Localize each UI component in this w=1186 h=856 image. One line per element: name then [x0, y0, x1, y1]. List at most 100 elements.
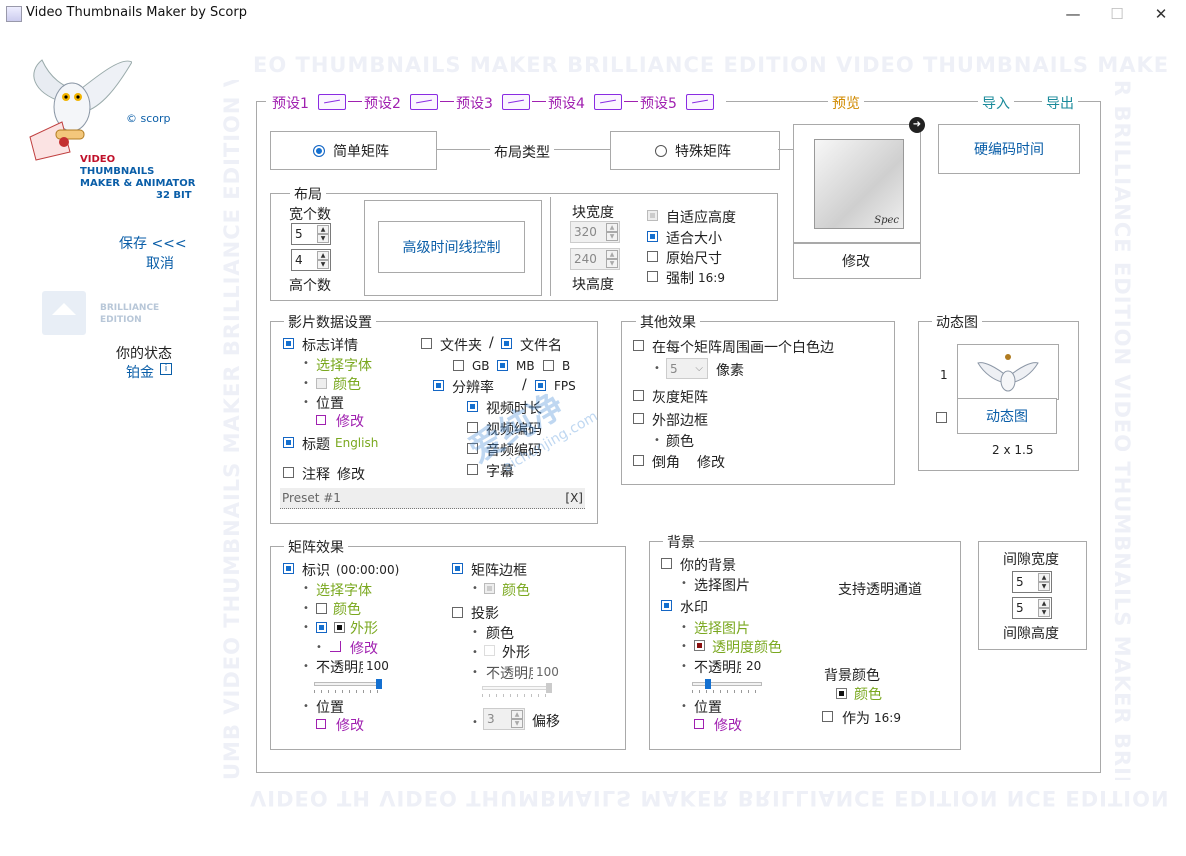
- block-width-input[interactable]: 320 ▲ ▼: [570, 221, 620, 243]
- maximize-button[interactable]: ☐: [1094, 0, 1140, 28]
- shadow-shape-swatch[interactable]: [484, 645, 495, 656]
- export-button[interactable]: 导出: [1042, 93, 1078, 113]
- logo-position-modify-link[interactable]: 修改: [336, 411, 364, 431]
- minimize-button[interactable]: —: [1050, 0, 1096, 28]
- preview-modify-button[interactable]: 修改: [793, 242, 921, 279]
- title-checkbox[interactable]: [283, 437, 294, 448]
- wm-color-swatch[interactable]: [694, 640, 705, 651]
- preset-4-edit-icon[interactable]: [594, 94, 622, 110]
- simple-matrix-option[interactable]: 简单矩阵: [270, 131, 437, 170]
- mark-checkbox[interactable]: [283, 563, 294, 574]
- grayscale-checkbox[interactable]: [633, 390, 644, 401]
- title-language-link[interactable]: English: [335, 436, 378, 450]
- special-matrix-radio[interactable]: [655, 145, 667, 157]
- white-border-checkbox[interactable]: [633, 340, 644, 351]
- mark-color-link[interactable]: 颜色: [333, 599, 361, 619]
- tab-preset-1[interactable]: 预设1: [272, 93, 309, 113]
- import-button[interactable]: 导入: [978, 93, 1014, 113]
- b-checkbox[interactable]: [543, 360, 554, 371]
- shadow-offset-input[interactable]: 3 ▲ ▼: [483, 708, 525, 730]
- tab-preset-2[interactable]: 预设2: [364, 93, 401, 113]
- rounded-corner-checkbox[interactable]: [633, 455, 644, 466]
- filename-checkbox[interactable]: [501, 338, 512, 349]
- video-codec-checkbox[interactable]: [467, 422, 478, 433]
- wm-transparency-color-link[interactable]: 透明度颜色: [712, 637, 782, 657]
- border-color-checkbox[interactable]: [484, 583, 495, 594]
- shadow-opacity-slider[interactable]: [482, 683, 552, 698]
- bg-color-link[interactable]: 颜色: [854, 684, 882, 704]
- comment-checkbox[interactable]: [283, 467, 294, 478]
- tab-preset-4[interactable]: 预设4: [548, 93, 585, 113]
- original-size-checkbox[interactable]: [647, 251, 658, 262]
- mark-select-font-link[interactable]: 选择字体: [316, 580, 372, 600]
- logo-details-checkbox[interactable]: [283, 338, 294, 349]
- gb-checkbox[interactable]: [453, 360, 464, 371]
- fit-size-checkbox[interactable]: [647, 231, 658, 242]
- info-icon[interactable]: i: [160, 363, 172, 375]
- subtitle-checkbox[interactable]: [467, 464, 478, 475]
- matrix-border-checkbox[interactable]: [452, 563, 463, 574]
- preset-3-edit-icon[interactable]: [502, 94, 530, 110]
- folder-checkbox[interactable]: [421, 338, 432, 349]
- clear-preset-button[interactable]: [X]: [565, 491, 583, 505]
- tab-preview[interactable]: 预览: [828, 93, 864, 113]
- duration-checkbox[interactable]: [467, 401, 478, 412]
- rounded-corner-modify-link[interactable]: 修改: [697, 452, 725, 472]
- mark-shape-modify-link[interactable]: 修改: [350, 638, 378, 658]
- bg-color-swatch[interactable]: [836, 688, 847, 699]
- resolution-checkbox[interactable]: [433, 380, 444, 391]
- special-matrix-option[interactable]: 特殊矩阵: [610, 131, 780, 170]
- preset-name-field[interactable]: Preset #1 [X]: [280, 488, 585, 509]
- your-bg-checkbox[interactable]: [661, 558, 672, 569]
- mark-shape-link[interactable]: 外形: [350, 618, 378, 638]
- hardcode-time-button[interactable]: 硬编码时间: [938, 124, 1080, 174]
- animation-button[interactable]: 动态图: [957, 398, 1057, 434]
- cancel-button[interactable]: 取消: [146, 253, 174, 273]
- wm-opacity-slider[interactable]: [692, 679, 762, 694]
- wm-position-modify-link[interactable]: 修改: [714, 715, 742, 735]
- tab-preset-3[interactable]: 预设3: [456, 93, 493, 113]
- cols-input[interactable]: 5 ▲ ▼: [291, 223, 331, 245]
- comment-modify-link[interactable]: 修改: [337, 464, 365, 484]
- mark-color-checkbox[interactable]: [316, 603, 327, 614]
- wm-select-image-link[interactable]: 选择图片: [694, 618, 750, 638]
- rows-input[interactable]: 4 ▲ ▼: [291, 249, 331, 271]
- gap-width-input[interactable]: 5 ▲ ▼: [1012, 571, 1052, 593]
- force-ratio-checkbox[interactable]: [647, 271, 658, 282]
- arrow-right-icon[interactable]: ➜: [909, 117, 925, 133]
- mark-shape-checkbox[interactable]: [316, 622, 327, 633]
- block-height-input[interactable]: 240 ▲ ▼: [570, 248, 620, 270]
- mark-position-icon[interactable]: [316, 719, 326, 729]
- mb-checkbox[interactable]: [497, 360, 508, 371]
- save-button[interactable]: 保存 <<<: [119, 233, 187, 253]
- logo-color-link[interactable]: 颜色: [333, 374, 361, 394]
- tab-preset-5[interactable]: 预设5: [640, 93, 677, 113]
- as-ratio-checkbox[interactable]: [822, 711, 833, 722]
- gap-height-input[interactable]: 5 ▲ ▼: [1012, 597, 1052, 619]
- preset-5-edit-icon[interactable]: [686, 94, 714, 110]
- position-icon[interactable]: [316, 415, 326, 425]
- preset-1-edit-icon[interactable]: [318, 94, 346, 110]
- bg-select-image-link[interactable]: 选择图片: [694, 575, 750, 595]
- outer-border-color-label[interactable]: 颜色: [666, 431, 694, 451]
- mark-shape-swatch[interactable]: [334, 622, 345, 633]
- close-button[interactable]: ✕: [1138, 0, 1184, 28]
- preview-thumb-box[interactable]: Spec: [793, 124, 921, 244]
- shadow-checkbox[interactable]: [452, 607, 463, 618]
- simple-matrix-radio[interactable]: [313, 145, 325, 157]
- border-color-link[interactable]: 颜色: [502, 580, 530, 600]
- advanced-timeline-button[interactable]: 高级时间线控制: [378, 221, 525, 273]
- shadow-color-label[interactable]: 颜色: [486, 623, 514, 643]
- border-pixels-select[interactable]: 5 ⌵: [666, 358, 708, 379]
- logo-color-checkbox[interactable]: [316, 378, 327, 389]
- auto-height-checkbox[interactable]: [647, 210, 658, 221]
- animation-checkbox[interactable]: [936, 412, 947, 423]
- logo-select-font-link[interactable]: 选择字体: [316, 355, 372, 375]
- outer-border-checkbox[interactable]: [633, 413, 644, 424]
- audio-codec-checkbox[interactable]: [467, 443, 478, 454]
- fps-checkbox[interactable]: [535, 380, 546, 391]
- mark-position-modify-link[interactable]: 修改: [336, 715, 364, 735]
- mark-opacity-slider[interactable]: [314, 679, 382, 694]
- wm-position-icon[interactable]: [694, 719, 704, 729]
- preset-2-edit-icon[interactable]: [410, 94, 438, 110]
